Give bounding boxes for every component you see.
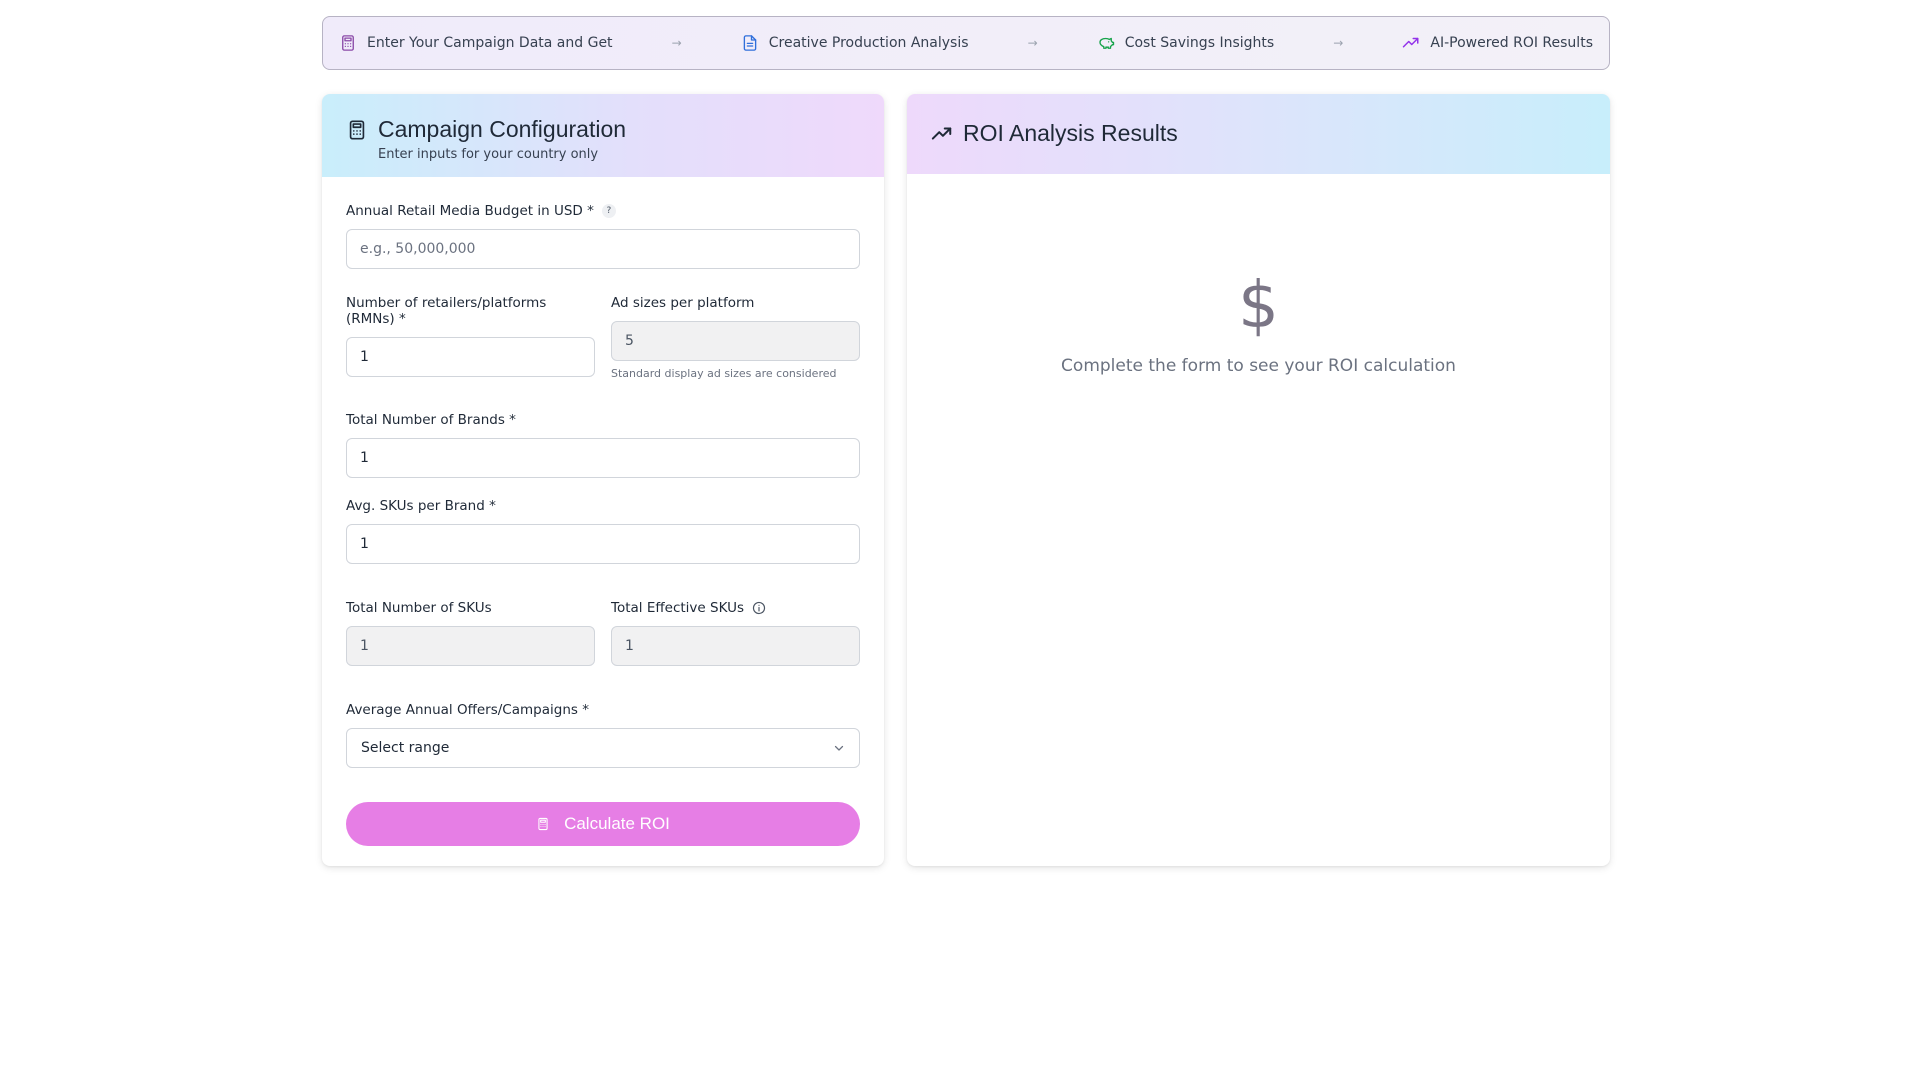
step-arrow: → bbox=[1333, 36, 1344, 50]
retailers-input[interactable] bbox=[346, 337, 595, 377]
ad-sizes-label: Ad sizes per platform bbox=[611, 295, 755, 311]
campaign-form: Annual Retail Media Budget in USD * ? Nu… bbox=[322, 177, 884, 846]
config-subtitle: Enter inputs for your country only bbox=[378, 147, 599, 162]
calculator-icon bbox=[538, 817, 548, 831]
offers-select[interactable]: Select range bbox=[346, 728, 860, 768]
effective-skus-input bbox=[611, 626, 860, 666]
calculator-icon bbox=[342, 35, 354, 51]
brands-label: Total Number of Brands * bbox=[346, 412, 516, 428]
empty-state-text: Complete the form to see your ROI calcul… bbox=[1061, 356, 1456, 376]
help-icon[interactable]: ? bbox=[601, 204, 616, 218]
piggy-bank-icon bbox=[1099, 37, 1114, 49]
progress-steps: Enter Your Campaign Data and Get → Creat… bbox=[322, 16, 1610, 70]
step-label: Creative Production Analysis bbox=[768, 35, 969, 51]
total-skus-input bbox=[346, 626, 595, 666]
step-campaign-data: Enter Your Campaign Data and Get bbox=[339, 34, 613, 52]
trending-up-icon bbox=[931, 126, 952, 140]
step-arrow: → bbox=[1027, 36, 1038, 50]
step-label: Cost Savings Insights bbox=[1124, 35, 1275, 51]
roi-results-card: ROI Analysis Results $ Complete the form… bbox=[907, 94, 1610, 866]
budget-input[interactable] bbox=[346, 229, 860, 269]
budget-label: Annual Retail Media Budget in USD * ? bbox=[346, 203, 860, 219]
info-icon[interactable] bbox=[752, 601, 766, 615]
results-title: ROI Analysis Results bbox=[963, 120, 1178, 146]
step-cost-savings: Cost Savings Insights bbox=[1097, 34, 1274, 52]
step-roi-results: AI-Powered ROI Results bbox=[1402, 34, 1593, 52]
chevron-down-icon bbox=[834, 745, 844, 751]
calculator-icon bbox=[349, 119, 365, 140]
skus-per-brand-label: Avg. SKUs per Brand * bbox=[346, 498, 496, 514]
document-icon bbox=[743, 35, 757, 51]
step-creative-production: Creative Production Analysis bbox=[741, 34, 969, 52]
step-label: Enter Your Campaign Data and Get bbox=[367, 35, 613, 51]
step-arrow: → bbox=[671, 36, 682, 50]
campaign-configuration-card: Campaign Configuration Enter inputs for … bbox=[322, 94, 884, 866]
budget-label-text: Annual Retail Media Budget in USD * bbox=[346, 203, 594, 219]
results-empty-state: $ Complete the form to see your ROI calc… bbox=[907, 174, 1610, 376]
dollar-icon: $ bbox=[1238, 269, 1279, 343]
step-label: AI-Powered ROI Results bbox=[1430, 35, 1593, 51]
results-card-header: ROI Analysis Results bbox=[907, 94, 1610, 174]
skus-per-brand-input[interactable] bbox=[346, 524, 860, 564]
ad-sizes-input bbox=[611, 321, 860, 361]
effective-skus-label: Total Effective SKUs bbox=[611, 600, 860, 616]
config-card-header: Campaign Configuration Enter inputs for … bbox=[322, 94, 884, 177]
brands-input[interactable] bbox=[346, 438, 860, 478]
offers-label: Average Annual Offers/Campaigns * bbox=[346, 702, 589, 718]
trending-up-icon bbox=[1403, 37, 1419, 48]
calculate-roi-button[interactable]: Calculate ROI bbox=[346, 802, 860, 846]
calculate-roi-label: Calculate ROI bbox=[564, 814, 670, 833]
retailers-label: Number of retailers/platforms (RMNs) * bbox=[346, 295, 547, 327]
total-skus-label: Total Number of SKUs bbox=[346, 600, 492, 616]
ad-sizes-hint: Standard display ad sizes are considered bbox=[611, 367, 837, 380]
offers-selected-value: Select range bbox=[361, 740, 450, 756]
effective-skus-label-text: Total Effective SKUs bbox=[611, 600, 744, 616]
config-title: Campaign Configuration bbox=[378, 116, 627, 142]
